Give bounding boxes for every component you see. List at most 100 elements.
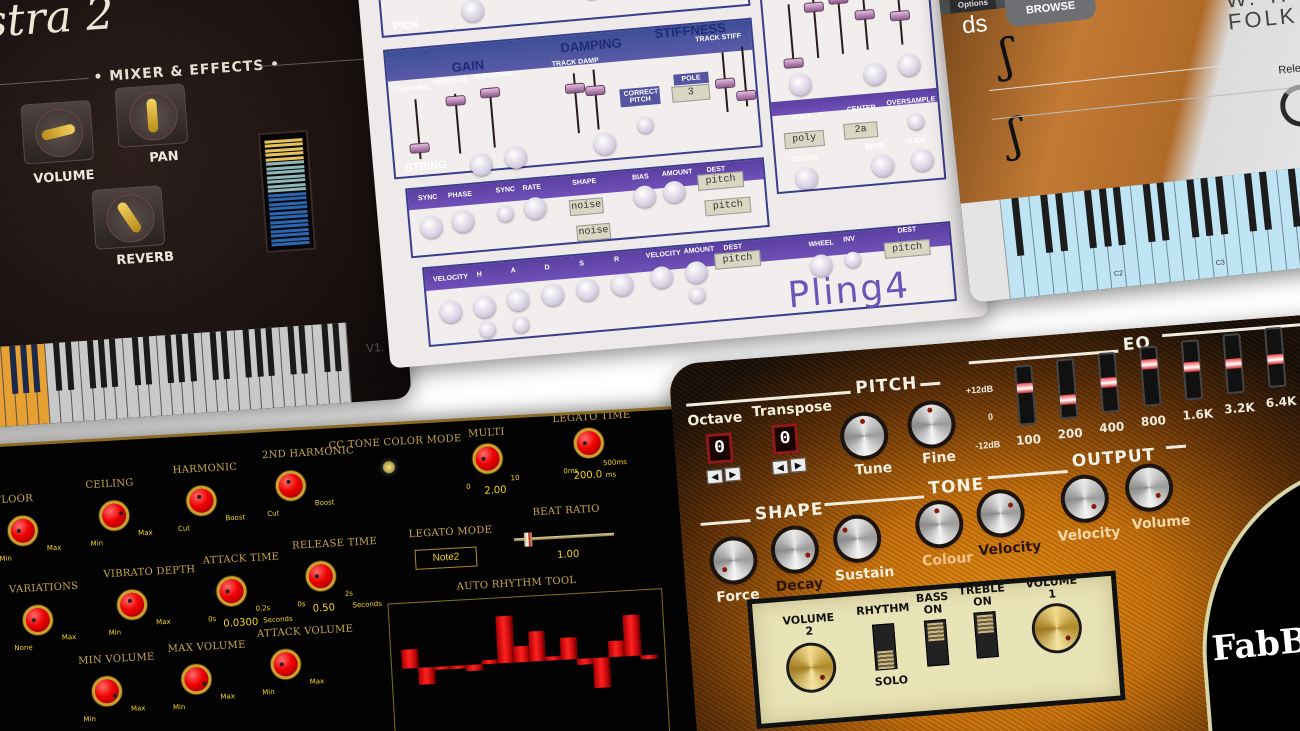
hold-knob[interactable] (473, 295, 497, 319)
volume1-knob[interactable] (1033, 605, 1080, 652)
track-stiff-slider[interactable] (741, 47, 748, 107)
rhythm-step-bar[interactable] (450, 665, 465, 669)
pole-display[interactable]: 3 (671, 84, 710, 103)
tone-knob[interactable] (116, 589, 148, 621)
damping-knob[interactable] (593, 132, 617, 156)
attack-slider[interactable] (788, 4, 795, 64)
gain-knob[interactable] (504, 146, 528, 170)
transpose-up-button[interactable]: ▶ (790, 457, 807, 472)
legato-time-knob[interactable] (573, 427, 605, 459)
phase-knob[interactable] (451, 210, 475, 234)
dest-display[interactable]: pitch (704, 196, 751, 216)
rhythm-step-bar[interactable] (545, 656, 560, 661)
amp-knob[interactable] (789, 73, 813, 97)
tone-knob[interactable] (305, 560, 337, 592)
env-toggle[interactable] (689, 287, 706, 304)
amp-knob[interactable] (897, 53, 921, 77)
beat-ratio-thumb[interactable] (524, 532, 533, 546)
tone-knob[interactable] (181, 663, 213, 695)
horizontal-slider[interactable] (489, 88, 496, 148)
rhythm-step-bar[interactable] (434, 666, 449, 670)
amp-slider[interactable] (896, 0, 903, 45)
shape-display[interactable]: noise (576, 223, 611, 242)
rhythm-step-bar[interactable] (608, 640, 624, 657)
piano-keyboard[interactable] (0, 323, 352, 429)
vertical-slider[interactable] (454, 94, 461, 154)
bend-knob[interactable] (871, 154, 895, 178)
pick-knob[interactable] (461, 0, 485, 23)
decay-slider[interactable] (812, 0, 819, 58)
rhythm-step-bar[interactable] (466, 664, 481, 670)
eq-slider-thumb[interactable] (1060, 394, 1077, 405)
rhythm-step-bar[interactable] (528, 631, 545, 662)
eq-slider-thumb[interactable] (1225, 358, 1242, 369)
rhythm-step-bar[interactable] (513, 645, 529, 662)
eq-slider-thumb[interactable] (1183, 361, 1200, 372)
tone-knob[interactable] (22, 604, 54, 636)
rhythm-step-bar[interactable] (577, 658, 592, 664)
center-display[interactable]: 2a (843, 121, 878, 140)
tone-knob[interactable] (7, 515, 39, 547)
rhythm-step-bar[interactable] (560, 637, 576, 660)
stiffness-slider[interactable] (721, 52, 728, 112)
legato-mode-select[interactable]: Note2 (415, 546, 478, 569)
dest-display[interactable]: pitch (714, 250, 761, 270)
octave-knob[interactable] (795, 167, 819, 191)
tone-knob[interactable] (91, 675, 123, 707)
wheel-dest-display[interactable]: pitch (884, 239, 931, 259)
damp-slider[interactable] (592, 70, 599, 130)
eq-slider-thumb[interactable] (1017, 383, 1034, 394)
dest-display[interactable]: pitch (697, 171, 744, 191)
tone-knob[interactable] (186, 485, 218, 517)
cc-tone-mode-led[interactable] (383, 461, 396, 474)
tone-knob[interactable] (275, 470, 307, 502)
release-knob[interactable] (610, 273, 634, 297)
coupling-slider[interactable] (414, 99, 421, 159)
rhythm-step-bar[interactable] (481, 659, 496, 664)
octave-down-button[interactable]: ◀ (706, 469, 723, 484)
oversample-toggle[interactable] (908, 113, 925, 130)
volume-knob[interactable] (20, 100, 94, 165)
inv-toggle[interactable] (844, 251, 861, 268)
transpose-down-button[interactable]: ◀ (772, 460, 789, 475)
rhythm-step-bar[interactable] (593, 657, 610, 688)
volume2-knob[interactable] (788, 644, 835, 691)
sustain-knob[interactable] (576, 278, 600, 302)
multi-knob[interactable] (472, 443, 504, 475)
treble-toggle[interactable] (973, 611, 999, 659)
rhythm-solo-toggle[interactable] (872, 623, 898, 671)
track-slider[interactable] (573, 73, 580, 133)
gain-knob[interactable] (469, 153, 493, 177)
pan-knob[interactable] (114, 83, 188, 148)
sustain-slider[interactable] (837, 0, 844, 54)
reverb-knob[interactable] (91, 185, 165, 250)
bass-toggle[interactable] (924, 619, 950, 667)
eq-slider-thumb[interactable] (1100, 376, 1117, 387)
tone-knob[interactable] (98, 500, 130, 532)
attack-knob[interactable] (506, 288, 530, 312)
amp-knob[interactable] (863, 62, 887, 86)
tone-knob[interactable] (270, 648, 302, 680)
rhythm-step-bar[interactable] (623, 614, 640, 656)
shape-display[interactable]: noise (569, 197, 604, 216)
poly-display[interactable]: poly (784, 130, 825, 149)
rhythm-step-bar[interactable] (401, 649, 417, 669)
eq-slider-thumb[interactable] (1267, 354, 1284, 365)
rate-knob[interactable] (523, 196, 547, 220)
rhythm-step-bar[interactable] (418, 667, 434, 684)
tone-knob[interactable] (216, 575, 248, 607)
env-toggle[interactable] (513, 316, 530, 333)
sync-knob[interactable] (420, 215, 444, 239)
decay-knob[interactable] (541, 283, 565, 307)
release-slider[interactable] (862, 0, 869, 50)
rhythm-step-bar[interactable] (495, 616, 513, 664)
auto-rhythm-graph[interactable] (387, 588, 670, 731)
sync-knob[interactable] (497, 205, 514, 222)
env-toggle[interactable] (479, 321, 496, 338)
correct-pitch-toggle[interactable] (637, 117, 654, 134)
glide-knob[interactable] (911, 148, 935, 172)
eq-slider-thumb[interactable] (1141, 359, 1158, 370)
octave-up-button[interactable]: ▶ (724, 467, 741, 482)
velocity-knob[interactable] (439, 300, 463, 324)
rhythm-step-bar[interactable] (641, 655, 656, 660)
